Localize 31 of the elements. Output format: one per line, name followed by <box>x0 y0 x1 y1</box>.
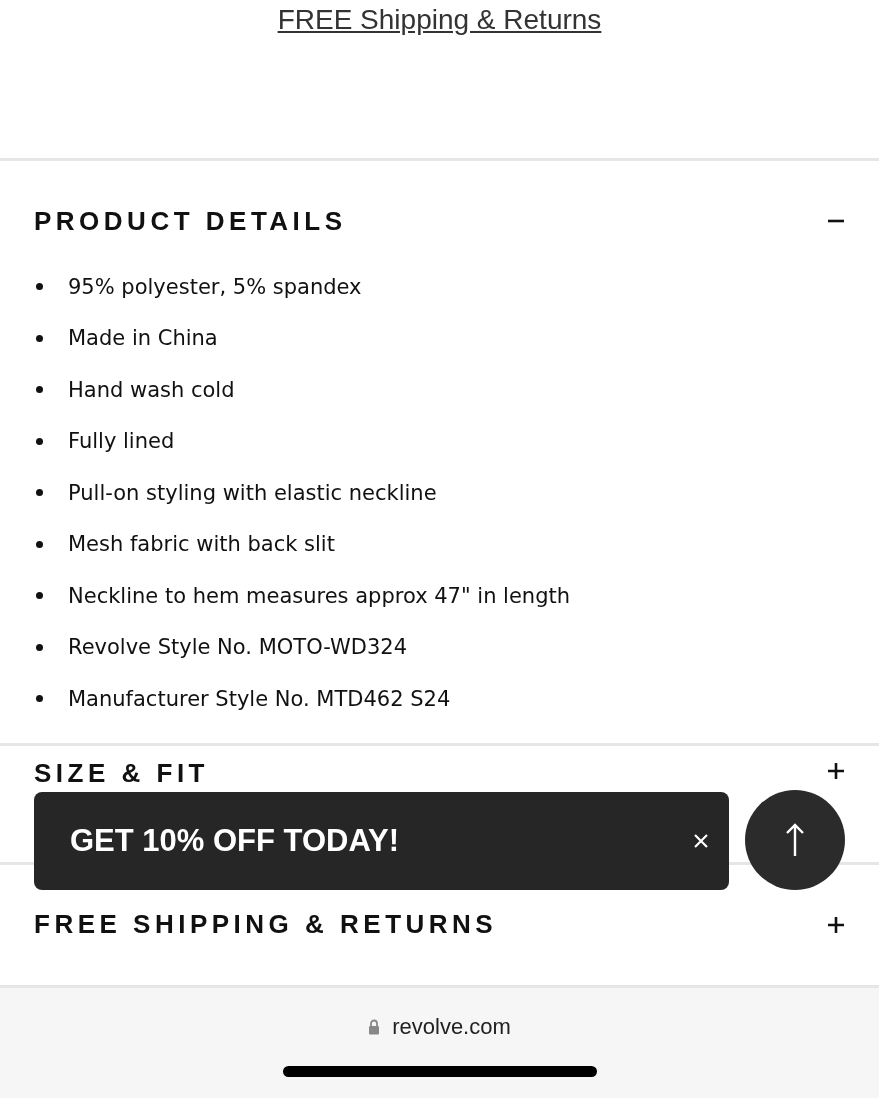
bullet-icon <box>36 695 43 703</box>
bullet-icon <box>36 643 43 651</box>
plus-icon[interactable] <box>827 915 845 934</box>
detail-text: Pull-on styling with elastic neckline <box>68 480 437 505</box>
detail-text: Mesh fabric with back slit <box>68 532 335 557</box>
lock-icon <box>368 1018 381 1035</box>
promo-banner[interactable]: GET 10% OFF TODAY! <box>34 791 729 890</box>
bullet-icon <box>36 437 43 445</box>
detail-text: Fully lined <box>68 429 175 454</box>
section-title[interactable]: SIZE & FIT <box>34 757 209 789</box>
promo-text: GET 10% OFF TODAY! <box>70 822 399 859</box>
bullet-icon <box>36 283 43 291</box>
bullet-icon <box>36 386 43 394</box>
bullet-icon <box>36 592 43 600</box>
detail-text: 95% polyester, 5% spandex <box>68 274 362 299</box>
url-text[interactable]: revolve.com <box>392 1013 511 1040</box>
section-title[interactable]: FREE SHIPPING & RETURNS <box>34 909 498 940</box>
plus-icon[interactable] <box>827 761 845 780</box>
detail-text: Made in China <box>68 326 218 351</box>
detail-text: Neckline to hem measures approx 47" in length <box>68 583 571 608</box>
home-indicator[interactable] <box>282 1065 597 1077</box>
bullet-icon <box>36 489 43 497</box>
shipping-link[interactable]: FREE Shipping & Returns <box>277 4 602 36</box>
close-icon[interactable] <box>693 832 709 849</box>
detail-text: Hand wash cold <box>68 377 235 402</box>
up-arrow-icon <box>785 822 805 857</box>
section-title[interactable]: PRODUCT DETAILS <box>34 205 347 237</box>
bullet-icon <box>36 334 43 342</box>
bullet-icon <box>36 540 43 548</box>
detail-text: Revolve Style No. MOTO-WD324 <box>68 635 407 660</box>
detail-text: Manufacturer Style No. MTD462 S24 <box>68 686 451 711</box>
